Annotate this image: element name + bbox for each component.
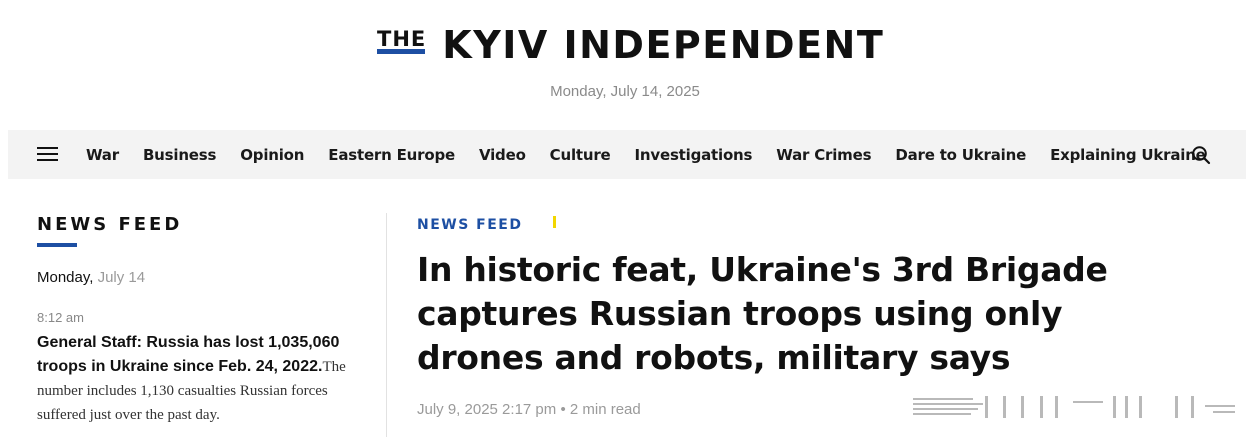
- nav-item-eastern-europe[interactable]: Eastern Europe: [328, 146, 455, 164]
- feed-item-time: 8:12 am: [37, 310, 84, 325]
- article-read-time: 2 min read: [569, 401, 641, 418]
- site-logo[interactable]: THE KYIV INDEPENDENT: [377, 20, 884, 64]
- nav-item-explaining-ukraine[interactable]: Explaining Ukraine: [1050, 146, 1206, 164]
- nav-item-investigations[interactable]: Investigations: [635, 146, 753, 164]
- logo-underline: [377, 49, 425, 54]
- feed-item-headline[interactable]: General Staff: Russia has lost 1,035,060…: [37, 334, 339, 375]
- sidebar-title-underline: [37, 243, 77, 247]
- nav-item-business[interactable]: Business: [143, 146, 216, 164]
- nav-item-war-crimes[interactable]: War Crimes: [776, 146, 871, 164]
- nav-item-dare-to-ukraine[interactable]: Dare to Ukraine: [895, 146, 1026, 164]
- article-date: July 9, 2025 2:17 pm: [417, 401, 557, 418]
- feed-day-heading: Monday, July 14: [37, 269, 367, 286]
- logo-name: KYIV INDEPENDENT: [442, 23, 885, 67]
- news-feed-sidebar: NEWS FEED Monday, July 14 8:12 am Genera…: [37, 214, 367, 427]
- article-headline[interactable]: In historic feat, Ukraine's 3rd Brigade …: [417, 248, 1197, 380]
- logo-the: THE: [377, 27, 427, 51]
- nav-item-opinion[interactable]: Opinion: [240, 146, 304, 164]
- featured-article: NEWS FEED In historic feat, Ukraine's 3r…: [417, 216, 1197, 418]
- search-icon[interactable]: [1191, 145, 1211, 165]
- feed-day-date: July 14: [97, 269, 146, 286]
- feed-day-label: Monday,: [37, 269, 94, 286]
- meta-separator: •: [560, 401, 566, 418]
- article-kicker[interactable]: NEWS FEED: [417, 217, 523, 233]
- kicker-highlight-mark: [553, 216, 556, 228]
- share-toolbar[interactable]: [913, 393, 1238, 421]
- nav-item-video[interactable]: Video: [479, 146, 526, 164]
- feed-item-text[interactable]: General Staff: Russia has lost 1,035,060…: [37, 331, 367, 427]
- current-date: Monday, July 14, 2025: [550, 83, 700, 100]
- nav-item-war[interactable]: War: [86, 146, 119, 164]
- nav-item-culture[interactable]: Culture: [550, 146, 611, 164]
- main-navigation: War Business Opinion Eastern Europe Video Cul…: [8, 130, 1246, 179]
- column-divider: [386, 213, 387, 437]
- feed-list-item[interactable]: 8:12 am General Staff: Russia has lost 1…: [37, 310, 367, 427]
- sidebar-title: NEWS FEED: [37, 214, 183, 235]
- hamburger-menu-icon[interactable]: [37, 147, 58, 162]
- nav-items: War Business Opinion Eastern Europe Video Cul…: [86, 130, 1206, 179]
- masthead: THE KYIV INDEPENDENT: [0, 20, 1250, 64]
